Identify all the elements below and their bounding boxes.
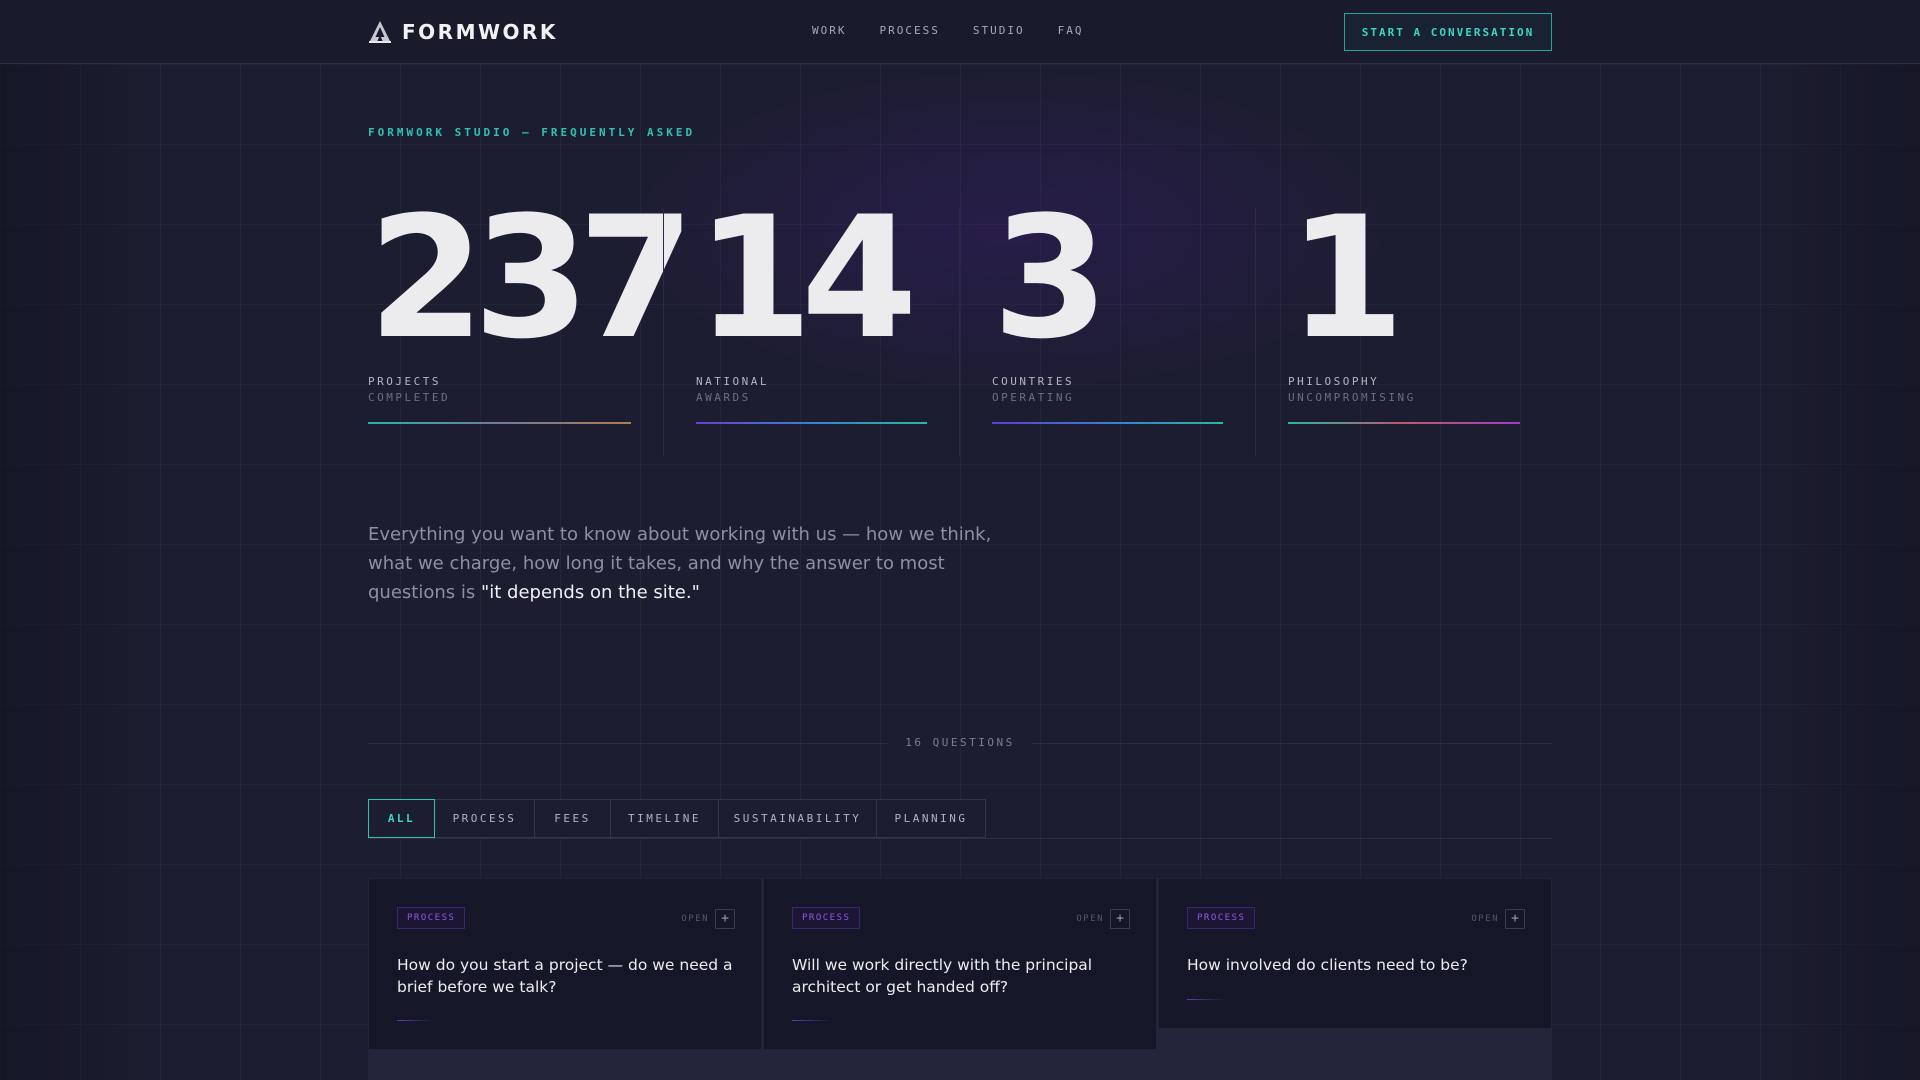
card-accent-line <box>397 1020 437 1021</box>
background-vignette-left <box>0 64 160 1080</box>
plus-icon[interactable]: + <box>715 909 735 929</box>
stat-divider <box>663 208 664 456</box>
stat-sublabel: COMPLETED <box>368 391 451 404</box>
faq-card[interactable]: PROCESS OPEN + Will we work directly wit… <box>763 878 1157 1050</box>
stat-sublabel: AWARDS <box>696 391 751 404</box>
stat-underline <box>992 422 1223 424</box>
site-header: FORMWORK WORK PROCESS STUDIO FAQ START A… <box>0 0 1920 64</box>
count-divider-right <box>1032 743 1552 744</box>
stat-value: 3 <box>992 180 1109 376</box>
a-frame-logo-icon <box>369 21 391 43</box>
background-vignette-right <box>1760 64 1920 1080</box>
intro-paragraph: Everything you want to know about workin… <box>368 520 1028 607</box>
tab-planning[interactable]: PLANNING <box>876 799 986 838</box>
stat-value: 14 <box>696 180 918 376</box>
tabs-underline <box>368 838 1552 839</box>
nav-link-studio[interactable]: STUDIO <box>973 24 1025 37</box>
faq-question: How involved do clients need to be? <box>1187 956 1468 974</box>
stat-label: NATIONAL <box>696 375 769 388</box>
plus-icon[interactable]: + <box>1505 909 1525 929</box>
stat-value: 1 <box>1288 180 1405 376</box>
faq-filter-tabs: ALL PROCESS FEES TIMELINE SUSTAINABILITY… <box>368 799 986 838</box>
stat-countries: 3 COUNTRIES OPERATING <box>992 180 1282 456</box>
tab-timeline[interactable]: TIMELINE <box>610 799 719 838</box>
stat-projects: 237 PROJECTS COMPLETED <box>368 180 695 456</box>
nav-link-process[interactable]: PROCESS <box>880 24 940 37</box>
stat-label: PHILOSOPHY <box>1288 375 1380 388</box>
page-eyebrow: FORMWORK STUDIO — FREQUENTLY ASKED <box>368 126 696 139</box>
nav-link-faq[interactable]: FAQ <box>1058 24 1084 37</box>
category-tag: PROCESS <box>792 907 861 929</box>
card-open-control[interactable]: OPEN + <box>1471 909 1525 929</box>
stat-awards: 14 NATIONAL AWARDS <box>696 180 986 456</box>
brand-name: FORMWORK <box>402 20 558 44</box>
card-accent-line <box>1187 999 1227 1000</box>
faq-question: How do you start a project — do we need … <box>397 956 733 996</box>
question-count: 16 QUESTIONS <box>905 736 1015 749</box>
card-open-control[interactable]: OPEN + <box>681 909 735 929</box>
category-tag: PROCESS <box>397 907 466 929</box>
card-accent-line <box>792 1020 832 1021</box>
stat-divider <box>959 208 960 456</box>
stat-sublabel: UNCOMPROMISING <box>1288 391 1416 404</box>
intro-highlight: "it depends on the site." <box>480 582 700 603</box>
stat-label: COUNTRIES <box>992 375 1075 388</box>
open-label: OPEN <box>681 914 709 924</box>
plus-icon[interactable]: + <box>1110 909 1130 929</box>
tab-all[interactable]: ALL <box>368 799 435 838</box>
open-label: OPEN <box>1471 914 1499 924</box>
stat-sublabel: OPERATING <box>992 391 1075 404</box>
stat-philosophy: 1 PHILOSOPHY UNCOMPROMISING <box>1288 180 1578 456</box>
nav-link-work[interactable]: WORK <box>812 24 847 37</box>
stat-label: PROJECTS <box>368 375 441 388</box>
stat-divider <box>1255 208 1256 456</box>
faq-question: Will we work directly with the principal… <box>792 956 1093 996</box>
faq-card[interactable]: PROCESS OPEN + How involved do clients n… <box>1158 878 1552 1029</box>
stat-underline <box>1288 422 1520 424</box>
tab-sustainability[interactable]: SUSTAINABILITY <box>718 799 877 838</box>
open-label: OPEN <box>1076 914 1104 924</box>
tab-process[interactable]: PROCESS <box>434 799 535 838</box>
brand-home-link[interactable]: FORMWORK <box>368 20 558 44</box>
stat-underline <box>696 422 927 424</box>
stat-underline <box>368 422 631 424</box>
stat-value: 237 <box>368 180 695 376</box>
category-tag: PROCESS <box>1187 907 1256 929</box>
card-open-control[interactable]: OPEN + <box>1076 909 1130 929</box>
start-conversation-button[interactable]: START A CONVERSATION <box>1344 13 1552 51</box>
main-nav: WORK PROCESS STUDIO FAQ <box>812 24 1083 37</box>
faq-card[interactable]: PROCESS OPEN + How do you start a projec… <box>368 878 762 1050</box>
tab-fees[interactable]: FEES <box>534 799 611 838</box>
count-divider-left <box>368 743 888 744</box>
